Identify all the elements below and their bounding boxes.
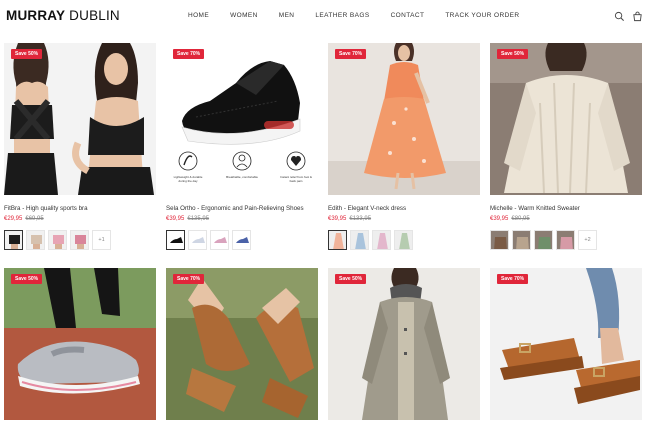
brand-name-bold: MURRAY — [6, 8, 66, 23]
brand-logo[interactable]: MURRAY DUBLIN — [6, 8, 120, 23]
swatch-blue[interactable] — [350, 230, 369, 250]
discount-badge: Save 50% — [497, 49, 529, 59]
swatch-blue[interactable] — [232, 230, 251, 250]
swatch-beige[interactable] — [26, 230, 45, 250]
swatch-peach[interactable] — [328, 230, 347, 250]
product-price: €29,95 €69,95 — [4, 216, 44, 222]
swatch-pink[interactable] — [372, 230, 391, 250]
discount-badge: Save 70% — [497, 274, 529, 284]
original-price: €80,95 — [511, 216, 530, 222]
discount-badge: Save 50% — [11, 49, 43, 59]
nav-leather-bags[interactable]: LEATHER BAGS — [315, 12, 369, 19]
swatch-pink[interactable] — [210, 230, 229, 250]
more-swatches[interactable]: +2 — [578, 230, 597, 250]
original-price: €135,95 — [187, 216, 210, 222]
product-title[interactable]: Sela Ortho - Ergonomic and Pain-Relievin… — [166, 205, 304, 212]
discount-badge: Save 50% — [11, 274, 43, 284]
product-image[interactable]: Lightweight & durable during the day Bre… — [166, 43, 318, 195]
brand-name-light: DUBLIN — [69, 8, 120, 23]
swatch-brown[interactable] — [490, 230, 509, 250]
product-image[interactable] — [166, 268, 318, 420]
product-image[interactable] — [490, 268, 642, 420]
sale-price: €29,95 — [4, 216, 23, 222]
product-image[interactable] — [328, 268, 480, 420]
discount-badge: Save 70% — [173, 274, 205, 284]
swatch-black[interactable] — [166, 230, 185, 250]
product-image[interactable] — [4, 43, 156, 195]
original-price: €133,95 — [349, 216, 372, 222]
swatch-green[interactable] — [394, 230, 413, 250]
swatch-taupe[interactable] — [512, 230, 531, 250]
swatch-white[interactable] — [188, 230, 207, 250]
discount-badge: Save 50% — [335, 274, 367, 284]
original-price: €69,95 — [25, 216, 44, 222]
variant-swatches — [166, 230, 254, 250]
nav-track-order[interactable]: TRACK YOUR ORDER — [445, 12, 519, 19]
product-price: €39,95 €135,95 — [166, 216, 209, 222]
discount-badge: Save 70% — [335, 49, 367, 59]
product-image[interactable] — [328, 43, 480, 195]
search-icon[interactable] — [614, 11, 625, 22]
discount-badge: Save 70% — [173, 49, 205, 59]
product-title[interactable]: FitBra - High quality sports bra — [4, 205, 88, 212]
cart-icon[interactable] — [632, 11, 643, 22]
nav-women[interactable]: WOMEN — [230, 12, 258, 19]
product-title[interactable]: Edith - Elegant V-neck dress — [328, 205, 406, 212]
more-swatches[interactable]: +1 — [92, 230, 111, 250]
site-header: MURRAY DUBLIN HOME WOMEN MEN LEATHER BAG… — [0, 0, 650, 36]
sale-price: €39,95 — [490, 216, 509, 222]
nav-men[interactable]: MEN — [279, 12, 295, 19]
product-price: €39,95 €80,95 — [490, 216, 530, 222]
variant-swatches: +1 — [4, 230, 114, 250]
main-nav: HOME WOMEN MEN LEATHER BAGS CONTACT TRAC… — [188, 12, 541, 19]
feature-caption: Breathable, comfortable — [226, 175, 258, 179]
sale-price: €39,95 — [166, 216, 185, 222]
nav-home[interactable]: HOME — [188, 12, 209, 19]
product-title[interactable]: Michelle - Warm Knitted Sweater — [490, 205, 580, 212]
feature-caption: Lightweight & durable during the day — [173, 175, 203, 183]
product-image[interactable] — [4, 268, 156, 420]
variant-swatches: +2 — [490, 230, 600, 250]
sale-price: €39,95 — [328, 216, 347, 222]
swatch-pink[interactable] — [556, 230, 575, 250]
nav-contact[interactable]: CONTACT — [391, 12, 425, 19]
product-price: €39,95 €133,95 — [328, 216, 371, 222]
swatch-green[interactable] — [534, 230, 553, 250]
swatch-rose[interactable] — [70, 230, 89, 250]
product-image[interactable] — [490, 43, 642, 195]
swatch-pink[interactable] — [48, 230, 67, 250]
feature-caption: Instant relief from foot & back pain — [280, 175, 312, 183]
swatch-black[interactable] — [4, 230, 23, 250]
variant-swatches — [328, 230, 416, 250]
